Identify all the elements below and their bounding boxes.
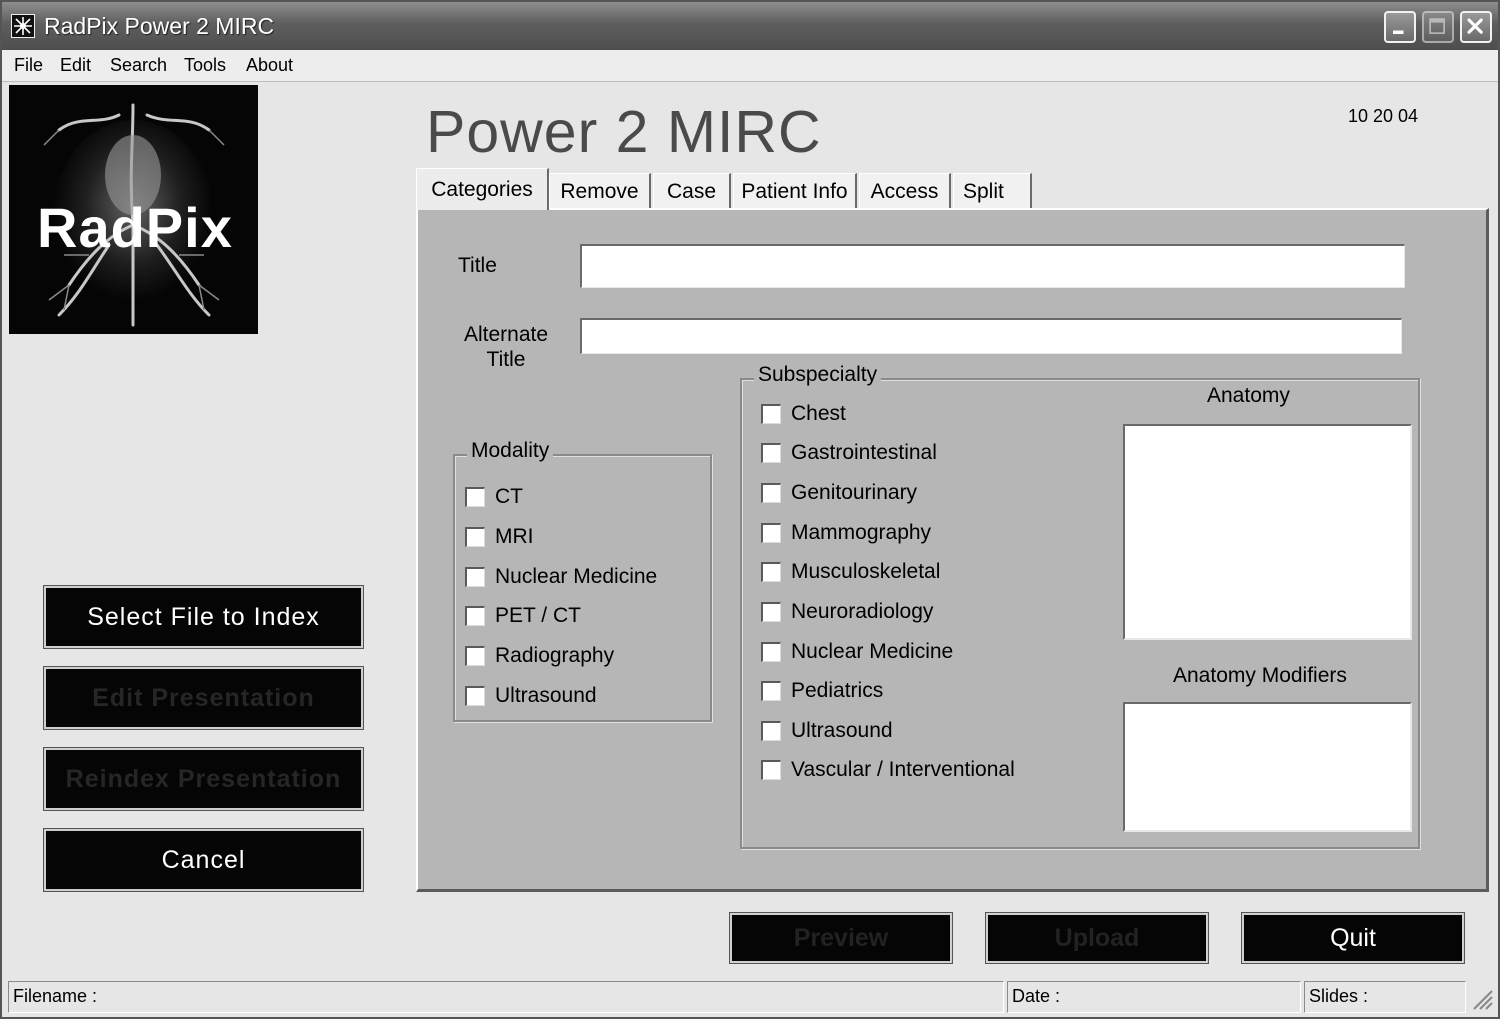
checkbox[interactable] <box>465 567 485 587</box>
title-label: Title <box>458 254 497 277</box>
subspecialty-label: Genitourinary <box>791 481 918 504</box>
subspecialty-vascular-interventional[interactable]: Vascular / Interventional <box>761 758 1015 782</box>
date-code: 10 20 04 <box>1348 106 1419 126</box>
preview-button[interactable]: Preview <box>729 912 953 964</box>
subspecialty-pediatrics[interactable]: Pediatrics <box>761 679 883 703</box>
anatomy-modifiers-label: Anatomy Modifiers <box>1173 664 1347 687</box>
tab-split[interactable]: Split <box>953 173 1032 209</box>
subspecialty-label: Mammography <box>791 521 932 544</box>
logo-text: RadPix <box>37 196 233 259</box>
modality-nuclear-medicine[interactable]: Nuclear Medicine <box>465 565 657 589</box>
anatomy-modifiers-list[interactable] <box>1123 702 1412 832</box>
checkbox[interactable] <box>465 487 485 507</box>
anatomy-label: Anatomy <box>1207 384 1290 407</box>
app-icon[interactable] <box>11 14 35 38</box>
checkbox[interactable] <box>761 443 781 463</box>
modality-mri[interactable]: MRI <box>465 525 534 549</box>
subspecialty-ultrasound[interactable]: Ultrasound <box>761 719 893 743</box>
checkbox[interactable] <box>761 760 781 780</box>
subspecialty-chest[interactable]: Chest <box>761 402 846 426</box>
modality-ct[interactable]: CT <box>465 485 523 509</box>
page-title: Power 2 MIRC <box>426 99 822 165</box>
alternate-title-label-line2: Title <box>486 348 526 371</box>
modality-ultrasound[interactable]: Ultrasound <box>465 684 597 708</box>
modality-ultrasound-label: Ultrasound <box>495 684 597 707</box>
modality-ct-label: CT <box>495 485 523 508</box>
checkbox[interactable] <box>761 562 781 582</box>
anatomy-list[interactable] <box>1123 424 1412 640</box>
close-icon <box>1467 18 1483 34</box>
subspecialty-label: Gastrointestinal <box>791 441 937 464</box>
modality-radiography-label: Radiography <box>495 644 615 667</box>
subspecialty-genitourinary[interactable]: Genitourinary <box>761 481 917 505</box>
checkbox[interactable] <box>761 681 781 701</box>
subspecialty-label: Chest <box>791 402 846 425</box>
resize-grip-icon[interactable] <box>1468 985 1494 1011</box>
modality-legend: Modality <box>467 439 554 463</box>
window-title: RadPix Power 2 MIRC <box>44 13 275 39</box>
modality-pet-ct[interactable]: PET / CT <box>465 604 581 628</box>
alternate-title-label: Alternate Title <box>458 322 554 372</box>
subspecialty-nuclear-medicine[interactable]: Nuclear Medicine <box>761 640 953 664</box>
subspecialty-label: Nuclear Medicine <box>791 640 954 663</box>
tab-patient-info[interactable]: Patient Info <box>733 173 857 209</box>
title-field[interactable] <box>580 244 1405 288</box>
title-bar[interactable]: RadPix Power 2 MIRC <box>2 2 1498 50</box>
menu-search[interactable]: Search <box>110 55 167 76</box>
modality-mri-label: MRI <box>495 525 534 548</box>
menu-file[interactable]: File <box>14 55 43 76</box>
checkbox[interactable] <box>761 404 781 424</box>
subspecialty-label: Musculoskeletal <box>791 560 941 583</box>
app-window: RadPix Power 2 MIRC File Edit Search Too… <box>0 0 1500 1019</box>
radpix-logo: RadPix <box>9 85 258 334</box>
tab-categories[interactable]: Categories <box>416 168 549 210</box>
minimize-icon <box>1393 30 1404 34</box>
checkbox[interactable] <box>465 686 485 706</box>
subspecialty-label: Ultrasound <box>791 719 893 742</box>
reindex-presentation-button[interactable]: Reindex Presentation <box>43 747 364 811</box>
maximize-button[interactable] <box>1422 11 1454 43</box>
checkbox[interactable] <box>465 606 485 626</box>
modality-pet-ct-label: PET / CT <box>495 604 581 627</box>
subspecialty-mammography[interactable]: Mammography <box>761 521 931 545</box>
alternate-title-label-line1: Alternate <box>463 323 549 346</box>
maximize-icon <box>1429 18 1445 34</box>
status-bar: Filename : Date : Slides : <box>2 977 1498 1017</box>
subspecialty-neuroradiology[interactable]: Neuroradiology <box>761 600 933 624</box>
minimize-button[interactable] <box>1384 11 1416 43</box>
checkbox[interactable] <box>761 483 781 503</box>
menu-about[interactable]: About <box>246 55 293 76</box>
close-button[interactable] <box>1460 11 1492 43</box>
cancel-button[interactable]: Cancel <box>43 828 364 892</box>
tab-access[interactable]: Access <box>859 173 951 209</box>
subspecialty-label: Vascular / Interventional <box>791 758 1015 781</box>
checkbox[interactable] <box>465 527 485 547</box>
status-filename: Filename : <box>8 981 1004 1013</box>
upload-button[interactable]: Upload <box>985 912 1209 964</box>
quit-button[interactable]: Quit <box>1241 912 1465 964</box>
select-file-button[interactable]: Select File to Index <box>43 585 364 649</box>
tab-case[interactable]: Case <box>653 173 731 209</box>
subspecialty-legend: Subspecialty <box>754 363 882 387</box>
checkbox[interactable] <box>465 646 485 666</box>
menu-edit[interactable]: Edit <box>60 55 91 76</box>
subspecialty-gastrointestinal[interactable]: Gastrointestinal <box>761 441 937 465</box>
menu-tools[interactable]: Tools <box>184 55 226 76</box>
checkbox[interactable] <box>761 602 781 622</box>
checkbox[interactable] <box>761 523 781 543</box>
status-date: Date : <box>1007 981 1301 1013</box>
checkbox[interactable] <box>761 721 781 741</box>
menu-bar: File Edit Search Tools About <box>2 50 1498 82</box>
subspecialty-musculoskeletal[interactable]: Musculoskeletal <box>761 560 940 584</box>
subspecialty-label: Neuroradiology <box>791 600 934 623</box>
subspecialty-label: Pediatrics <box>791 679 884 702</box>
edit-presentation-button[interactable]: Edit Presentation <box>43 666 364 730</box>
alternate-title-field[interactable] <box>580 318 1402 354</box>
tab-remove[interactable]: Remove <box>549 173 651 209</box>
checkbox[interactable] <box>761 642 781 662</box>
modality-nuclear-medicine-label: Nuclear Medicine <box>495 565 658 588</box>
status-slides: Slides : <box>1304 981 1466 1013</box>
modality-radiography[interactable]: Radiography <box>465 644 614 668</box>
